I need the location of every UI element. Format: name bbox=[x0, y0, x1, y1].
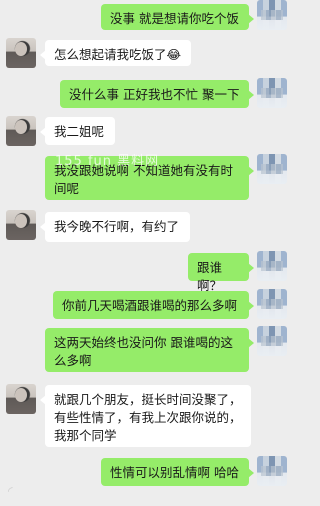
avatar[interactable] bbox=[257, 456, 287, 486]
avatar[interactable] bbox=[6, 38, 36, 68]
avatar[interactable] bbox=[257, 154, 287, 184]
avatar[interactable] bbox=[257, 251, 287, 281]
message-bubble[interactable]: 你前几天喝酒跟谁喝的那么多啊 bbox=[53, 291, 254, 319]
scroll-indicator-icon: ◜ bbox=[8, 484, 13, 498]
message-bubble[interactable]: 没什么事 正好我也不忙 聚一下 bbox=[60, 80, 254, 108]
message-bubble[interactable]: 怎么想起请我吃饭了😂 bbox=[40, 40, 191, 66]
message-bubble[interactable]: 性情可以别乱情啊 哈哈 bbox=[101, 458, 254, 486]
avatar[interactable] bbox=[6, 116, 36, 146]
avatar[interactable] bbox=[6, 384, 36, 414]
avatar[interactable] bbox=[6, 210, 36, 240]
message-bubble[interactable]: 这两天始终也没问你 跟谁喝的这么多啊 bbox=[45, 328, 254, 372]
message-bubble[interactable]: 没事 就是想请你吃个饭 bbox=[101, 4, 254, 30]
watermark: 155 fun 黑料网 bbox=[55, 154, 160, 169]
avatar[interactable] bbox=[257, 326, 287, 356]
avatar[interactable] bbox=[257, 78, 287, 108]
avatar[interactable] bbox=[257, 289, 287, 319]
message-bubble[interactable]: 就跟几个朋友，挺长时间没聚了，有些性情了，有我上次跟你说的，我那个同学 bbox=[40, 385, 251, 447]
message-bubble[interactable]: 跟谁啊？ bbox=[188, 253, 254, 293]
message-bubble[interactable]: 我二姐呢 bbox=[40, 117, 115, 145]
avatar[interactable] bbox=[257, 0, 287, 30]
message-bubble[interactable]: 我今晚不行啊，有约了 bbox=[40, 212, 190, 242]
